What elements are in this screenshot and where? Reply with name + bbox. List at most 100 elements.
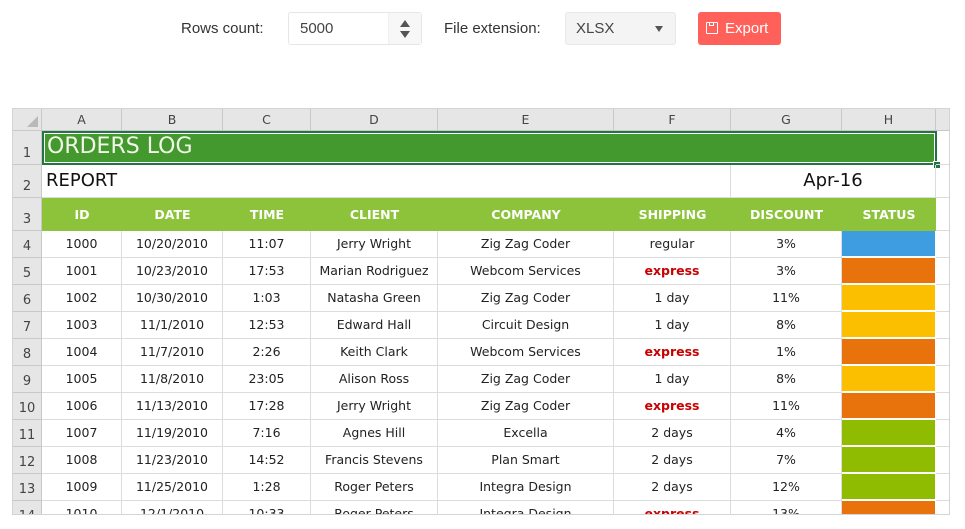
cell-status[interactable] [842,258,936,285]
cell-id[interactable]: 1008 [42,447,122,474]
row-header-9[interactable]: 9 [13,366,42,393]
cell-shipping[interactable]: 1 day [614,285,731,312]
report-label-cell[interactable]: REPORT [42,165,731,198]
cell-date[interactable]: 10/20/2010 [122,231,223,258]
cell-time[interactable]: 17:53 [223,258,311,285]
column-title-date[interactable]: DATE [122,198,223,231]
cell-status[interactable] [842,312,936,339]
increment-arrow-icon[interactable] [400,20,410,27]
cell-discount[interactable]: 11% [731,285,842,312]
cell-discount[interactable]: 11% [731,393,842,420]
cell-time[interactable]: 23:05 [223,366,311,393]
column-header-h[interactable]: H [842,109,936,131]
row-header-11[interactable]: 11 [13,420,42,447]
cell-status[interactable] [842,285,936,312]
cell-shipping[interactable]: express [614,258,731,285]
cell-time[interactable]: 11:07 [223,231,311,258]
cell-status[interactable] [842,339,936,366]
cell-discount[interactable]: 3% [731,231,842,258]
row-header-6[interactable]: 6 [13,285,42,312]
column-header-b[interactable]: B [122,109,223,131]
cell-company[interactable]: Excella [438,420,614,447]
cell-id[interactable]: 1000 [42,231,122,258]
cell-company[interactable]: Zig Zag Coder [438,366,614,393]
row-header-1[interactable]: 1 [13,131,42,165]
cell-date[interactable]: 11/19/2010 [122,420,223,447]
rows-count-input[interactable]: 5000 [288,12,422,45]
cell-time[interactable]: 7:16 [223,420,311,447]
cell-id[interactable]: 1006 [42,393,122,420]
cell-time[interactable]: 2:26 [223,339,311,366]
row-header-10[interactable]: 10 [13,393,42,420]
cell-client[interactable]: Marian Rodriguez [311,258,438,285]
cell-date[interactable]: 11/25/2010 [122,474,223,501]
cell-client[interactable]: Keith Clark [311,339,438,366]
title-cell[interactable]: ORDERS LOG [42,131,937,165]
cell-client[interactable]: Edward Hall [311,312,438,339]
cell-shipping[interactable]: 2 days [614,447,731,474]
cell-status[interactable] [842,366,936,393]
cell-status[interactable] [842,447,936,474]
cell-id[interactable]: 1001 [42,258,122,285]
cell-time[interactable]: 10:33 [223,501,311,514]
row-header-8[interactable]: 8 [13,339,42,366]
cell-company[interactable]: Zig Zag Coder [438,285,614,312]
cell-date[interactable]: 11/8/2010 [122,366,223,393]
cell-date[interactable]: 10/30/2010 [122,285,223,312]
cell-id[interactable]: 1002 [42,285,122,312]
cell-client[interactable]: Roger Peters [311,474,438,501]
cell-shipping[interactable]: 2 days [614,474,731,501]
cell-client[interactable]: Jerry Wright [311,393,438,420]
cell-discount[interactable]: 13% [731,501,842,514]
cell-shipping[interactable]: regular [614,231,731,258]
cell-client[interactable]: Jerry Wright [311,231,438,258]
row-header-14[interactable]: 14 [13,501,42,514]
cell-id[interactable]: 1010 [42,501,122,514]
cell-shipping[interactable]: 1 day [614,312,731,339]
row-header-13[interactable]: 13 [13,474,42,501]
cell-discount[interactable]: 4% [731,420,842,447]
row-header-3[interactable]: 3 [13,198,42,231]
cell-client[interactable]: Francis Stevens [311,447,438,474]
cell-status[interactable] [842,474,936,501]
cell-discount[interactable]: 7% [731,447,842,474]
cell-id[interactable]: 1003 [42,312,122,339]
column-title-status[interactable]: STATUS [842,198,936,231]
column-header-a[interactable]: A [42,109,122,131]
report-date-cell[interactable]: Apr-16 [731,165,936,198]
cell-discount[interactable]: 8% [731,312,842,339]
cell-status[interactable] [842,501,936,514]
cell-discount[interactable]: 3% [731,258,842,285]
row-header-2[interactable]: 2 [13,165,42,198]
column-title-discount[interactable]: DISCOUNT [731,198,842,231]
cell-company[interactable]: Webcom Services [438,258,614,285]
cell-date[interactable]: 12/1/2010 [122,501,223,514]
export-button[interactable]: Export [698,12,781,45]
row-header-5[interactable]: 5 [13,258,42,285]
cell-time[interactable]: 14:52 [223,447,311,474]
cell-status[interactable] [842,231,936,258]
cell-company[interactable]: Zig Zag Coder [438,231,614,258]
cell-id[interactable]: 1009 [42,474,122,501]
cell-client[interactable]: Alison Ross [311,366,438,393]
cell-date[interactable]: 11/1/2010 [122,312,223,339]
row-header-7[interactable]: 7 [13,312,42,339]
cell-company[interactable]: Circuit Design [438,312,614,339]
column-header-e[interactable]: E [438,109,614,131]
cell-company[interactable]: Plan Smart [438,447,614,474]
column-title-time[interactable]: TIME [223,198,311,231]
file-extension-select[interactable]: XLSX [565,12,676,45]
cell-status[interactable] [842,420,936,447]
cell-company[interactable]: Integra Design [438,501,614,514]
cell-discount[interactable]: 12% [731,474,842,501]
decrement-arrow-icon[interactable] [400,31,410,38]
cell-company[interactable]: Integra Design [438,474,614,501]
cell-client[interactable]: Natasha Green [311,285,438,312]
cell-status[interactable] [842,393,936,420]
cell-date[interactable]: 11/23/2010 [122,447,223,474]
rows-count-spinner[interactable] [388,13,421,44]
cell-time[interactable]: 12:53 [223,312,311,339]
row-header-4[interactable]: 4 [13,231,42,258]
cell-shipping[interactable]: 1 day [614,366,731,393]
cell-time[interactable]: 1:28 [223,474,311,501]
